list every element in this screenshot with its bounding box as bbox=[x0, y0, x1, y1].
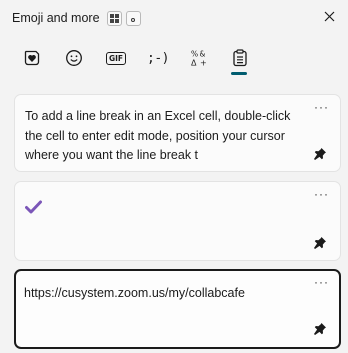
pin-icon[interactable] bbox=[313, 236, 327, 250]
close-button[interactable] bbox=[318, 5, 342, 29]
close-icon bbox=[324, 11, 335, 22]
clipboard-icon bbox=[233, 49, 247, 67]
kaomoji-icon: ;-) bbox=[147, 50, 169, 66]
pin-icon[interactable] bbox=[313, 322, 327, 336]
clipboard-item[interactable]: To add a line break in an Excel cell, do… bbox=[14, 94, 341, 172]
more-options-button[interactable]: ··· bbox=[314, 101, 328, 115]
title-bar: Emoji and more bbox=[0, 0, 348, 36]
smiley-icon bbox=[66, 50, 82, 66]
tab-clipboard[interactable] bbox=[223, 42, 257, 74]
tab-emoji[interactable] bbox=[57, 42, 91, 74]
heavy-check-mark-icon bbox=[25, 200, 42, 214]
selected-tab-indicator bbox=[231, 72, 247, 75]
clipboard-item-text: To add a line break in an Excel cell, do… bbox=[25, 109, 291, 162]
symbols-icon: % & Δ + bbox=[191, 50, 207, 68]
svg-text:Δ: Δ bbox=[191, 59, 197, 68]
heart-sticker-icon bbox=[24, 50, 40, 66]
svg-text:%: % bbox=[191, 50, 198, 59]
tab-gif[interactable]: GIF bbox=[99, 42, 133, 74]
period-key-icon bbox=[126, 11, 141, 26]
clipboard-item-text: https://cusystem.zoom.us/my/collabcafe bbox=[24, 286, 245, 300]
pin-icon[interactable] bbox=[313, 147, 327, 161]
clipboard-item-focused[interactable]: https://cusystem.zoom.us/my/collabcafe ·… bbox=[14, 269, 341, 349]
svg-text:+: + bbox=[200, 59, 207, 68]
windows-key-icon bbox=[107, 11, 122, 26]
more-options-button[interactable]: ··· bbox=[314, 276, 328, 290]
more-options-button[interactable]: ··· bbox=[314, 188, 328, 202]
svg-text:&: & bbox=[200, 50, 206, 59]
tab-symbols[interactable]: % & Δ + bbox=[182, 42, 216, 74]
clipboard-item[interactable]: ··· bbox=[14, 181, 341, 261]
tab-kaomoji[interactable]: ;-) bbox=[141, 42, 175, 74]
tab-favorites[interactable] bbox=[15, 42, 49, 74]
window-title: Emoji and more bbox=[12, 11, 100, 25]
gif-icon: GIF bbox=[105, 51, 127, 65]
category-tabs: GIF ;-) % & Δ + bbox=[12, 42, 336, 78]
